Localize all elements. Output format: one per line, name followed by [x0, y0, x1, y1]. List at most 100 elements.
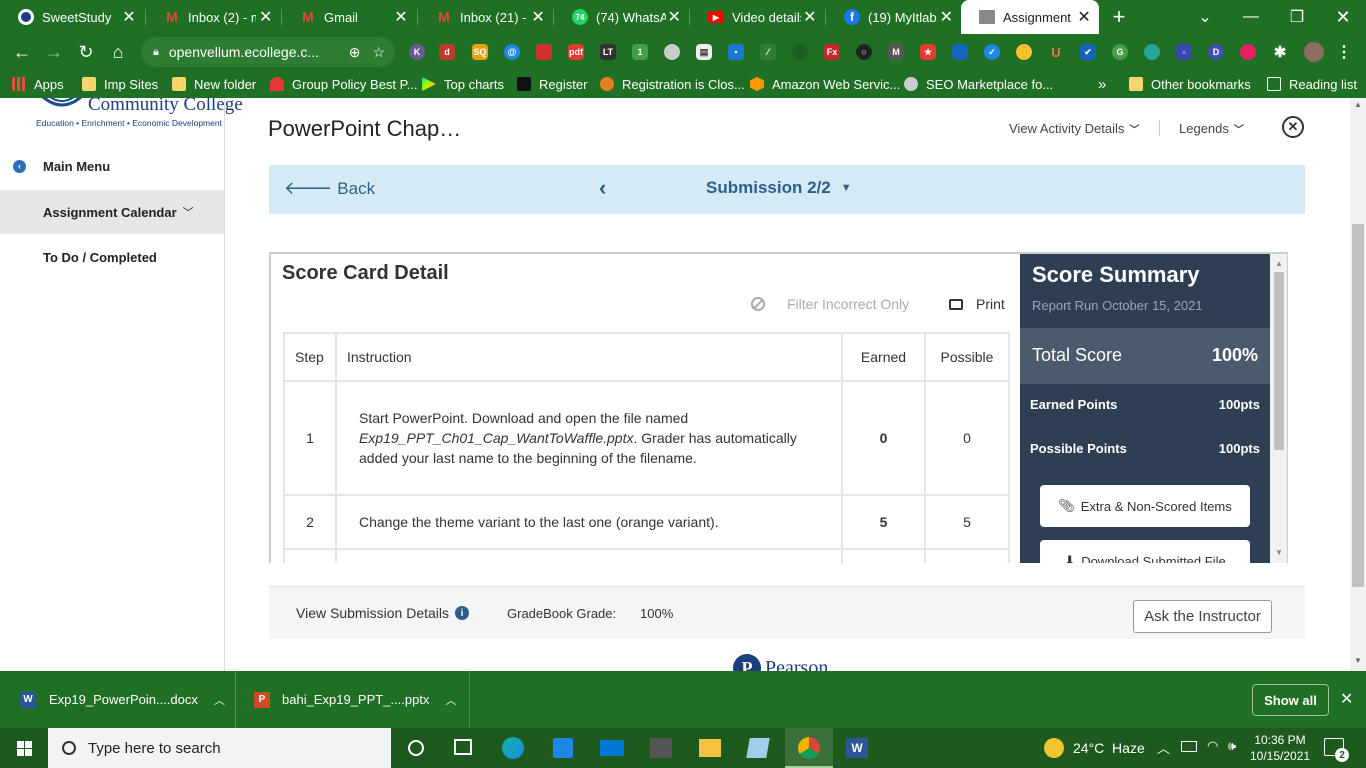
extension-checkbox-icon[interactable]: ✔ [1080, 44, 1096, 60]
mail-icon[interactable] [600, 740, 624, 756]
tab-video-details[interactable]: ▶ Video details ✕ [690, 0, 825, 34]
page-scrollbar[interactable]: ▲ ▼ [1350, 98, 1366, 671]
tab-sweetstudy[interactable]: SweetStudy ✕ [0, 0, 145, 34]
print-button[interactable]: Print [949, 296, 1005, 312]
extension-screen-icon[interactable]: ▫ [1176, 44, 1192, 60]
extension-sq-icon[interactable]: SQ [472, 44, 488, 60]
submission-selector[interactable]: Submission 2/2 ▼ [706, 178, 852, 198]
store-icon[interactable] [553, 738, 573, 758]
extension-circle-icon[interactable]: ○ [856, 44, 872, 60]
close-tab-icon[interactable]: ✕ [666, 7, 683, 27]
close-downloads-icon[interactable]: ✕ [1340, 689, 1353, 709]
tab-assignment[interactable]: Assignment C ✕ [961, 0, 1099, 34]
download-item-docx[interactable]: W Exp19_PowerPoin....docx ︿ [0, 671, 236, 728]
bookmark-registration[interactable]: Registration is Clos... [600, 70, 745, 98]
task-view-icon[interactable] [454, 739, 472, 755]
bookmark-aws[interactable]: Amazon Web Servic... [750, 70, 900, 98]
view-activity-details-dropdown[interactable]: View Activity Details ﹀ [1009, 121, 1139, 136]
scrollbar-thumb[interactable] [1352, 224, 1364, 587]
chrome-taskbar-button[interactable] [785, 728, 833, 768]
volume-icon[interactable]: 🕪︎ [1228, 738, 1236, 754]
gmail-extension-icon[interactable]: M [888, 44, 904, 60]
profile-avatar[interactable] [1304, 42, 1324, 62]
word-icon[interactable]: W [846, 738, 868, 758]
battery-icon[interactable] [1181, 741, 1197, 752]
scroll-up-arrow-icon[interactable]: ▲ [1354, 100, 1362, 109]
close-window-icon[interactable]: ✕ [1320, 0, 1366, 34]
extension-pink-icon[interactable] [1240, 44, 1256, 60]
close-tab-icon[interactable]: ✕ [801, 7, 819, 27]
extension-red-icon[interactable] [536, 44, 552, 60]
extension-check-icon[interactable]: ✓ [984, 44, 1000, 60]
ask-the-instructor-button[interactable]: Ask the Instructor [1133, 600, 1272, 633]
bookmark-top-charts[interactable]: Top charts [422, 70, 504, 98]
wifi-icon[interactable]: ◠ [1207, 738, 1218, 754]
scrollbar-thumb[interactable] [1274, 272, 1284, 450]
extension-green-icon[interactable]: ⁄ [760, 44, 776, 60]
download-submitted-file-button[interactable]: ⬇︎ Download Submitted File [1040, 540, 1250, 563]
extension-at-icon[interactable]: @ [504, 44, 520, 60]
extension-fx-icon[interactable]: Fx [824, 44, 840, 60]
extension-desc-icon[interactable]: d [439, 44, 455, 60]
home-icon[interactable]: ⌂ [104, 38, 132, 66]
bookmark-star-icon[interactable]: ☆ [372, 44, 385, 61]
weather-text[interactable]: 24°C Haze [1073, 740, 1145, 756]
close-circle-icon[interactable]: ✕ [1282, 116, 1304, 138]
file-explorer-icon[interactable] [699, 739, 721, 757]
extension-wave-icon[interactable] [952, 44, 968, 60]
back-arrow-icon[interactable]: ← [8, 38, 36, 66]
minimize-icon[interactable]: — [1228, 0, 1274, 34]
tab-myitlab[interactable]: f (19) MyItlab S ✕ [826, 0, 961, 34]
extension-pdf-icon[interactable]: pdf [568, 44, 584, 60]
previous-submission-chevron[interactable]: ‹ [599, 175, 606, 201]
zoom-icon[interactable]: ⊕ [349, 44, 361, 61]
extension-blue-icon[interactable]: ▪ [728, 44, 744, 60]
extension-d-icon[interactable]: D [1208, 44, 1224, 60]
taskbar-search-box[interactable]: Type here to search [48, 728, 391, 768]
tab-whatsapp[interactable]: 74 (74) WhatsAp ✕ [554, 0, 689, 34]
tab-inbox-2[interactable]: M Inbox (2) - m ✕ [146, 0, 281, 34]
score-card-scrollbar[interactable]: ▲ ▼ [1270, 254, 1287, 563]
close-tab-icon[interactable]: ✕ [529, 7, 547, 27]
grammarly-icon[interactable]: G [1112, 44, 1128, 60]
extension-dark-icon[interactable] [792, 44, 808, 60]
download-item-pptx[interactable]: P bahi_Exp19_PPT_....pptx ︿ [237, 671, 470, 728]
extension-doc-icon[interactable]: ▤ [696, 44, 712, 60]
puzzle-icon[interactable]: ✱ [1272, 44, 1288, 61]
chevron-up-icon[interactable]: ︿ [1157, 738, 1170, 757]
bookmark-new-folder[interactable]: New folder [172, 70, 256, 98]
extension-u-icon[interactable]: U [1048, 44, 1064, 60]
tab-search-icon[interactable]: ⌄ [1182, 0, 1228, 34]
sidebar-item-main-menu[interactable]: ‹ Main Menu [0, 144, 224, 188]
address-bar[interactable]: 🔒︎ openvellum.ecollege.c... ⊕ ☆ [141, 37, 395, 67]
star-extension-icon[interactable]: ★ [920, 44, 936, 60]
clock[interactable]: 10:36 PM 10/15/2021 [1250, 732, 1310, 764]
forward-arrow-icon[interactable]: → [40, 38, 68, 66]
cortana-icon[interactable] [408, 740, 424, 756]
extension-k-icon[interactable]: K [409, 44, 425, 60]
notes-app-icon[interactable] [746, 738, 770, 758]
extension-lt-icon[interactable]: LT [600, 44, 616, 60]
sidebar-item-todo[interactable]: To Do / Completed [0, 235, 224, 279]
kebab-menu-icon[interactable]: ⋮ [1336, 44, 1352, 61]
video-editor-icon[interactable] [650, 738, 672, 758]
view-submission-details-link[interactable]: View Submission Details i [296, 605, 470, 621]
new-tab-button[interactable]: + [1105, 3, 1133, 31]
bookmark-group-policy[interactable]: Group Policy Best P... [270, 70, 418, 98]
close-tab-icon[interactable]: ✕ [391, 7, 411, 27]
extra-non-scored-items-button[interactable]: 📎︎ Extra & Non-Scored Items [1040, 485, 1250, 527]
scroll-up-arrow-icon[interactable]: ▲ [1275, 259, 1283, 268]
scroll-down-arrow-icon[interactable]: ▼ [1354, 656, 1362, 665]
tab-inbox-21[interactable]: M Inbox (21) - n ✕ [418, 0, 553, 34]
reading-list[interactable]: Reading list [1267, 70, 1357, 98]
windows-start-icon[interactable] [0, 728, 48, 768]
close-tab-icon[interactable]: ✕ [119, 7, 139, 27]
edge-icon[interactable] [502, 737, 524, 759]
close-tab-icon[interactable]: ✕ [938, 7, 955, 27]
back-link[interactable]: 🡐 Back [284, 178, 375, 199]
reload-icon[interactable]: ↻ [72, 38, 100, 66]
sidebar-item-assignment-calendar[interactable]: Assignment Calendar ﹀ [0, 190, 224, 234]
show-all-downloads-button[interactable]: Show all [1252, 684, 1329, 716]
bookmark-other[interactable]: Other bookmarks [1129, 70, 1251, 98]
globe-icon[interactable] [664, 44, 680, 60]
